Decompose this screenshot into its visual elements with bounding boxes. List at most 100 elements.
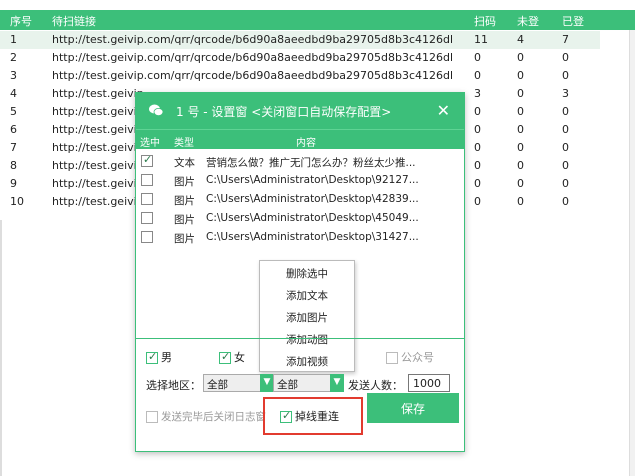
cell-not-logged: 0: [517, 105, 524, 118]
header-no: 序号: [10, 15, 32, 28]
table-row[interactable]: 2 http://test.geivip.com/qrr/qrcode/b6d9…: [0, 49, 600, 67]
cell-scanned: 0: [474, 69, 481, 82]
region-select-1[interactable]: 全部: [203, 374, 261, 392]
vertical-scrollbar[interactable]: [629, 30, 635, 476]
divider: [136, 338, 464, 339]
cell-logged: 0: [562, 51, 569, 64]
cell-scanned: 0: [474, 195, 481, 208]
cell-not-logged: 0: [517, 195, 524, 208]
cell-logged: 0: [562, 141, 569, 154]
send-count-input[interactable]: 1000: [408, 374, 450, 392]
cell-scanned: 3: [474, 87, 481, 100]
cell-logged: 3: [562, 87, 569, 100]
cell-not-logged: 0: [517, 51, 524, 64]
table-header: 序号 待扫链接 扫码 未登 已登: [0, 10, 635, 30]
cell-logged: 0: [562, 159, 569, 172]
save-button[interactable]: 保存: [367, 393, 459, 423]
header-content: 内容: [296, 138, 316, 149]
cell-scanned: 11: [474, 33, 488, 46]
item-checkbox[interactable]: [141, 174, 153, 186]
cell-no: 6: [10, 123, 17, 136]
cell-scanned: 0: [474, 141, 481, 154]
item-checkbox[interactable]: [141, 193, 153, 205]
cell-not-logged: 0: [517, 87, 524, 100]
female-label: 女: [234, 351, 245, 364]
reconnect-label: 掉线重连: [295, 410, 339, 423]
cell-not-logged: 0: [517, 123, 524, 136]
menu-delete-selected[interactable]: 删除选中: [260, 263, 354, 283]
cell-no: 2: [10, 51, 17, 64]
item-type: 图片: [174, 233, 195, 245]
public-account-checkbox[interactable]: [386, 352, 398, 364]
header-scanned: 扫码: [474, 15, 496, 28]
reconnect-option[interactable]: 掉线重连: [280, 408, 339, 424]
list-item[interactable]: 图片 C:\Users\Administrator\Desktop\45049.…: [136, 209, 464, 228]
item-checkbox[interactable]: [141, 231, 153, 243]
male-option[interactable]: 男: [146, 349, 172, 365]
context-menu: 删除选中 添加文本 添加图片 添加动图 添加视频: [259, 260, 355, 372]
cell-no: 7: [10, 141, 17, 154]
cell-not-logged: 0: [517, 141, 524, 154]
item-content: C:\Users\Administrator\Desktop\45049...: [206, 212, 419, 224]
chevron-down-icon[interactable]: ▼: [260, 374, 274, 392]
item-type: 文本: [174, 157, 195, 169]
table-row[interactable]: 1 http://test.geivip.com/qrr/qrcode/b6d9…: [0, 31, 600, 49]
cell-logged: 0: [562, 123, 569, 136]
cell-not-logged: 0: [517, 159, 524, 172]
cell-logged: 0: [562, 195, 569, 208]
menu-add-gif[interactable]: 添加动图: [260, 329, 354, 349]
item-type: 图片: [174, 176, 195, 188]
list-item[interactable]: 图片 C:\Users\Administrator\Desktop\31427.…: [136, 228, 464, 247]
public-account-label: 公众号: [401, 351, 434, 364]
send-count-label: 发送人数：: [348, 379, 403, 392]
public-account-option[interactable]: 公众号: [386, 349, 434, 365]
item-type: 图片: [174, 214, 195, 226]
female-option[interactable]: 女: [219, 349, 245, 365]
male-label: 男: [161, 351, 172, 364]
cell-no: 4: [10, 87, 17, 100]
chevron-down-icon[interactable]: ▼: [330, 374, 344, 392]
cell-logged: 7: [562, 33, 569, 46]
cell-not-logged: 4: [517, 33, 524, 46]
region-select-2[interactable]: 全部: [273, 374, 331, 392]
cell-logged: 0: [562, 105, 569, 118]
item-checkbox[interactable]: [141, 153, 153, 167]
dialog-title-bar[interactable]: 1 号 - 设置窗 <关闭窗口自动保存配置> ✕: [136, 93, 464, 129]
menu-add-text[interactable]: 添加文本: [260, 285, 354, 305]
cell-no: 9: [10, 177, 17, 190]
wechat-icon: [149, 104, 164, 116]
cell-scanned: 0: [474, 51, 481, 64]
cell-no: 10: [10, 195, 24, 208]
dialog-title: 1 号 - 设置窗 <关闭窗口自动保存配置>: [176, 105, 392, 119]
list-item[interactable]: 文本 营销怎么做？推广无门怎么办？粉丝太少推...: [136, 152, 464, 171]
item-checkbox[interactable]: [141, 212, 153, 224]
female-checkbox[interactable]: [219, 350, 231, 364]
cell-scanned: 0: [474, 105, 481, 118]
header-logged: 已登: [562, 15, 584, 28]
close-log-checkbox[interactable]: [146, 411, 158, 423]
item-content: C:\Users\Administrator\Desktop\31427...: [206, 231, 419, 243]
menu-add-image[interactable]: 添加图片: [260, 307, 354, 327]
male-checkbox[interactable]: [146, 350, 158, 364]
cell-no: 8: [10, 159, 17, 172]
reconnect-checkbox[interactable]: [280, 409, 292, 423]
cell-url: http://test.geivip.com/qrr/qrcode/b6d90a…: [52, 69, 452, 82]
cell-logged: 0: [562, 69, 569, 82]
item-content: C:\Users\Administrator\Desktop\42839...: [206, 193, 419, 205]
list-item[interactable]: 图片 C:\Users\Administrator\Desktop\42839.…: [136, 190, 464, 209]
cell-scanned: 0: [474, 177, 481, 190]
settings-dialog: 1 号 - 设置窗 <关闭窗口自动保存配置> ✕ 选中 类型 内容 文本 营销怎…: [135, 92, 465, 452]
cell-not-logged: 0: [517, 177, 524, 190]
cell-scanned: 0: [474, 159, 481, 172]
cell-not-logged: 0: [517, 69, 524, 82]
header-type: 类型: [174, 138, 194, 149]
list-item[interactable]: 图片 C:\Users\Administrator\Desktop\92127.…: [136, 171, 464, 190]
close-icon[interactable]: ✕: [437, 101, 450, 120]
content-list-header: 选中 类型 内容: [136, 129, 464, 149]
close-log-option[interactable]: 发送完毕后关闭日志窗: [146, 409, 266, 424]
item-type: 图片: [174, 195, 195, 207]
cell-no: 3: [10, 69, 17, 82]
table-row[interactable]: 3 http://test.geivip.com/qrr/qrcode/b6d9…: [0, 67, 600, 85]
item-content: C:\Users\Administrator\Desktop\92127...: [206, 174, 419, 186]
menu-add-video[interactable]: 添加视频: [260, 351, 354, 371]
